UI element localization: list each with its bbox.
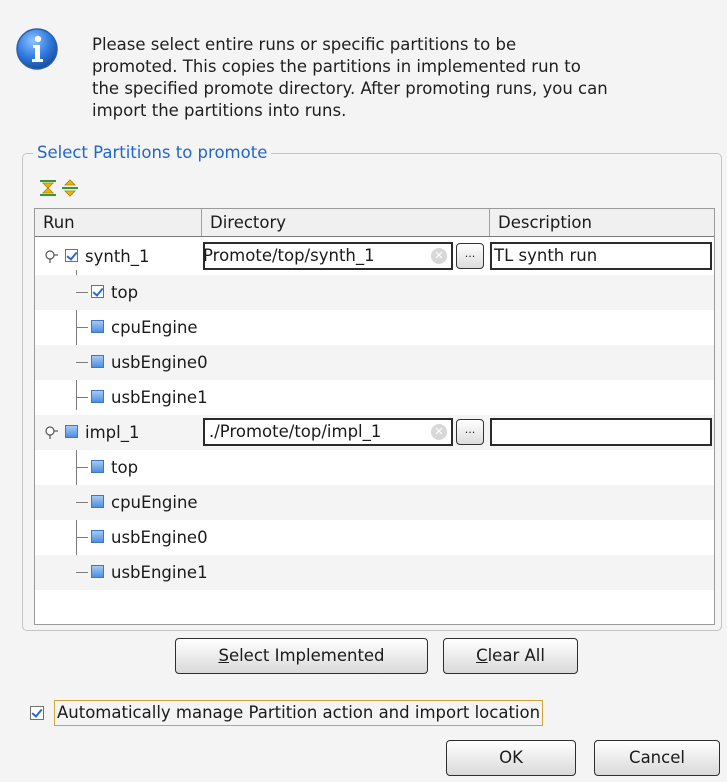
run-checkbox-impl-1[interactable] — [65, 425, 78, 438]
run-row-synth-1[interactable]: synth_1 Promote/top/synth_1 ✕ ... TL syn… — [35, 239, 714, 274]
partition-name: cpuEngine — [111, 318, 198, 337]
partition-checkbox[interactable] — [91, 565, 104, 578]
partition-checkbox[interactable] — [91, 530, 104, 543]
tree-line — [76, 502, 88, 503]
info-line: import the partitions into runs. — [92, 101, 347, 120]
partition-checkbox[interactable] — [91, 495, 104, 508]
directory-value: Promote/top/synth_1 — [203, 246, 375, 265]
button-label: lear All — [487, 646, 545, 665]
select-implemented-button[interactable]: Select Implemented — [175, 638, 428, 674]
description-value: TL synth run — [494, 246, 598, 265]
partition-checkbox[interactable] — [91, 390, 104, 403]
partition-row[interactable]: cpuEngine — [35, 310, 714, 345]
clear-all-button[interactable]: Clear All — [443, 638, 578, 674]
button-label: elect Implemented — [228, 646, 385, 665]
partition-checkbox[interactable] — [91, 285, 104, 298]
browse-button[interactable]: ... — [456, 419, 484, 445]
expand-all-icon[interactable] — [38, 178, 58, 198]
partitions-table: Run Directory Description synth_1 Promot… — [34, 208, 715, 625]
info-line: Please select entire runs or specific pa… — [92, 35, 517, 54]
partition-name: usbEngine1 — [111, 563, 208, 582]
partition-name: usbEngine0 — [111, 528, 208, 547]
partition-name: cpuEngine — [111, 493, 198, 512]
column-header-run[interactable]: Run — [35, 209, 202, 236]
tree-line — [76, 537, 88, 538]
description-field-impl-1[interactable] — [490, 418, 712, 446]
info-line: the specified promote directory. After p… — [92, 79, 608, 98]
directory-field-synth-1[interactable]: Promote/top/synth_1 ✕ — [203, 242, 453, 270]
partition-row[interactable]: usbEngine0 — [35, 345, 714, 380]
column-header-directory[interactable]: Directory — [202, 209, 490, 236]
partition-name: top — [111, 283, 139, 302]
partition-row[interactable]: usbEngine1 — [35, 380, 714, 415]
partition-row[interactable]: cpuEngine — [35, 485, 714, 520]
partition-name: usbEngine0 — [111, 353, 208, 372]
clear-field-icon[interactable]: ✕ — [431, 424, 447, 440]
partition-checkbox[interactable] — [91, 460, 104, 473]
directory-value: ./Promote/top/impl_1 — [209, 422, 382, 441]
partition-row[interactable]: usbEngine1 — [35, 555, 714, 590]
info-message: Please select entire runs or specific pa… — [92, 34, 727, 122]
collapse-all-icon[interactable] — [60, 178, 80, 198]
clear-field-icon[interactable]: ✕ — [431, 248, 447, 264]
ok-button[interactable]: OK — [446, 740, 576, 776]
run-name: impl_1 — [85, 423, 140, 442]
tree-expander-icon[interactable] — [44, 249, 58, 263]
tree-line — [76, 292, 88, 293]
partition-row[interactable]: top — [35, 450, 714, 485]
tree-line — [76, 327, 88, 328]
partition-checkbox[interactable] — [91, 320, 104, 333]
browse-button[interactable]: ... — [456, 243, 484, 269]
mnemonic: C — [476, 646, 488, 665]
description-field-synth-1[interactable]: TL synth run — [490, 242, 712, 270]
mnemonic: S — [218, 646, 229, 665]
auto-manage-label[interactable]: Automatically manage Partition action an… — [54, 700, 544, 726]
tree-line — [76, 362, 88, 363]
group-title: Select Partitions to promote — [33, 143, 272, 163]
auto-manage-checkbox[interactable] — [30, 706, 44, 720]
partition-row[interactable]: usbEngine0 — [35, 520, 714, 555]
tree-line — [76, 572, 88, 573]
info-line: promoted. This copies the partitions in … — [92, 57, 581, 76]
run-name: synth_1 — [85, 247, 150, 266]
table-header: Run Directory Description — [35, 209, 714, 237]
run-checkbox-synth-1[interactable] — [65, 249, 78, 262]
column-header-description[interactable]: Description — [490, 209, 714, 236]
tree-expander-icon[interactable] — [44, 425, 58, 439]
cancel-button[interactable]: Cancel — [594, 740, 720, 776]
partition-row[interactable]: top — [35, 275, 714, 310]
info-icon — [16, 28, 58, 70]
tree-line — [76, 467, 88, 468]
partition-name: usbEngine1 — [111, 388, 208, 407]
run-row-impl-1[interactable]: impl_1 ./Promote/top/impl_1 ✕ ... — [35, 415, 714, 450]
directory-field-impl-1[interactable]: ./Promote/top/impl_1 ✕ — [203, 418, 453, 446]
partition-checkbox[interactable] — [91, 355, 104, 368]
partition-name: top — [111, 458, 139, 477]
tree-line — [76, 397, 88, 398]
